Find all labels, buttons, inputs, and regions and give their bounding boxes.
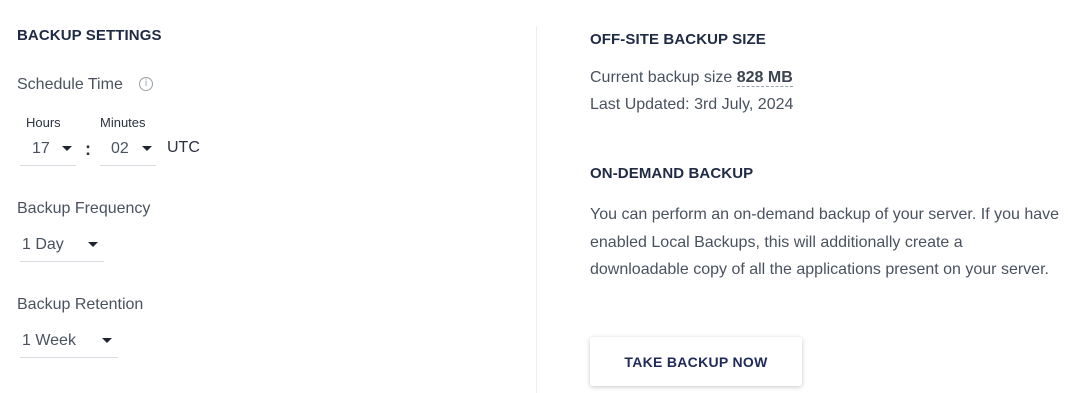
backup-retention-label: Backup Retention: [17, 296, 144, 313]
info-icon[interactable]: i: [139, 77, 153, 91]
minutes-value: 02: [111, 140, 129, 157]
backup-frequency-select[interactable]: 1 Day: [20, 229, 104, 262]
backup-retention-select[interactable]: 1 Week: [20, 325, 118, 358]
last-updated: Last Updated: 3rd July, 2024: [590, 96, 794, 113]
on-demand-backup-title: ON-DEMAND BACKUP: [590, 165, 754, 182]
caret-down-icon: [102, 338, 112, 343]
timezone-label: UTC: [167, 139, 200, 156]
minutes-label: Minutes: [100, 115, 146, 130]
schedule-time-label: Schedule Time: [17, 76, 123, 93]
take-backup-now-button[interactable]: TAKE BACKUP NOW: [590, 337, 802, 386]
minutes-select[interactable]: 02: [100, 133, 156, 166]
time-separator: :: [85, 139, 91, 159]
backup-size-label: Current backup size: [590, 69, 737, 86]
backup-frequency-label: Backup Frequency: [17, 200, 151, 217]
caret-down-icon: [62, 146, 72, 151]
backup-settings-panel: BACKUP SETTINGS Schedule Time i Hours Mi…: [0, 0, 537, 393]
hours-label: Hours: [26, 115, 61, 130]
current-backup-size: Current backup size 828 MB: [590, 66, 793, 90]
on-demand-description: You can perform an on-demand backup of y…: [590, 206, 1060, 278]
hours-value: 17: [32, 140, 50, 157]
offsite-backup-title: OFF-SITE BACKUP SIZE: [590, 31, 766, 48]
caret-down-icon: [142, 146, 152, 151]
caret-down-icon: [88, 242, 98, 247]
backup-settings-title: BACKUP SETTINGS: [17, 27, 162, 44]
backup-frequency-value: 1 Day: [22, 236, 64, 253]
column-divider: [536, 26, 537, 393]
hours-select[interactable]: 17: [20, 133, 76, 166]
backup-retention-value: 1 Week: [22, 332, 76, 349]
backup-size-value[interactable]: 828 MB: [736, 69, 793, 87]
